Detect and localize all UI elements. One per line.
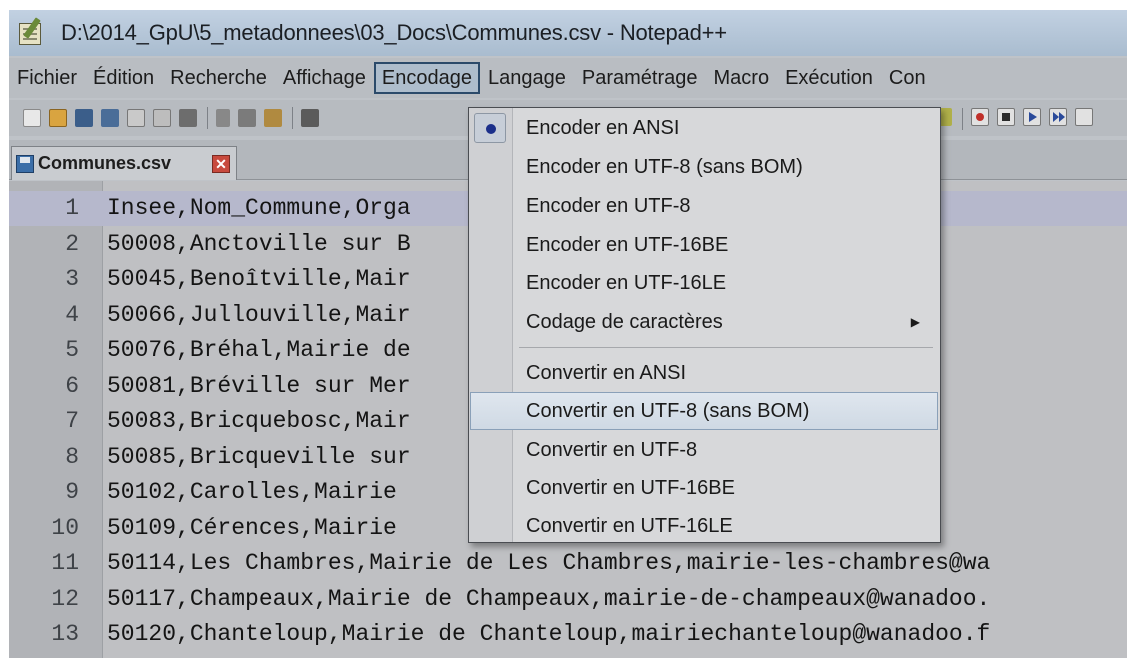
window-title: D:\2014_GpU\5_metadonnees\03_Docs\Commun… (61, 20, 727, 45)
line-number: 1 (65, 195, 79, 221)
menu-item-convertir-utf8[interactable]: Convertir en UTF-8 (470, 431, 938, 469)
line-number: 9 (65, 479, 79, 505)
submenu-arrow-icon: ▶ (910, 315, 920, 329)
line-number: 13 (51, 621, 79, 647)
menu-affichage[interactable]: Affichage (275, 62, 374, 94)
menu-edition[interactable]: Édition (85, 62, 162, 94)
menu-item-convertir-utf16be[interactable]: Convertir en UTF-16BE (470, 469, 938, 507)
line-text: 50114,Les Chambres,Mairie de Les Chambre… (107, 550, 991, 576)
code-line[interactable]: 13 50120,Chanteloup,Mairie de Chanteloup,… (9, 617, 1127, 652)
menu-macro[interactable]: Macro (706, 62, 778, 94)
line-number: 12 (51, 585, 79, 612)
line-text: 50117,Champeaux,Mairie de Champeaux,mair… (107, 585, 991, 612)
menu-compléments[interactable]: Con (881, 62, 934, 94)
record-macro-icon[interactable] (971, 108, 989, 126)
toolbar-separator (207, 107, 208, 129)
menu-encodage[interactable]: Encodage (373, 62, 480, 94)
code-line[interactable]: 11 50114,Les Chambres,Mairie de Les Chamb… (9, 546, 1127, 581)
checked-indicator (474, 113, 506, 143)
menu-item-codage-caracteres[interactable]: Codage de caractères ▶ (470, 303, 938, 341)
code-line[interactable]: 12 50117,Champeaux,Mairie de Champeaux,ma… (9, 582, 1127, 617)
copy-icon[interactable] (238, 109, 256, 127)
line-text: Insee,Nom_Commune,Orga (107, 195, 411, 221)
close-file-icon[interactable] (127, 109, 145, 127)
run-macro-multiple-icon[interactable] (1049, 108, 1067, 126)
paste-icon[interactable] (264, 109, 282, 127)
menu-item-encoder-ansi[interactable]: Encoder en ANSI (470, 109, 938, 147)
save-icon[interactable] (75, 109, 93, 127)
menu-item-label: Convertir en UTF-16LE (526, 515, 733, 537)
menu-item-label: Encoder en UTF-16LE (526, 272, 727, 294)
notepad-plus-plus-icon (17, 17, 45, 47)
menu-item-label: Encoder en UTF-8 (sans BOM) (526, 156, 803, 178)
menu-item-label: Convertir en ANSI (526, 362, 687, 384)
print-icon[interactable] (179, 109, 197, 127)
toolbar-separator (292, 107, 293, 129)
radio-dot-icon (486, 124, 496, 134)
macro-toolbar-group (934, 108, 1101, 130)
title-bar: D:\2014_GpU\5_metadonnees\03_Docs\Commun… (9, 10, 1127, 56)
toolbar-separator (962, 108, 963, 130)
notepadpp-window: D:\2014_GpU\5_metadonnees\03_Docs\Commun… (9, 10, 1127, 658)
menu-bar: Fichier Édition Recherche Affichage Enco… (9, 58, 1127, 98)
menu-langage[interactable]: Langage (480, 62, 574, 94)
line-number: 6 (65, 372, 79, 399)
menu-item-encoder-utf16le[interactable]: Encoder en UTF-16LE (470, 264, 938, 302)
menu-item-label: Encoder en UTF-16BE (526, 234, 729, 256)
menu-item-encoder-utf8-sans-bom[interactable]: Encoder en UTF-8 (sans BOM) (470, 148, 938, 186)
line-number: 5 (65, 337, 79, 363)
menu-parametrage[interactable]: Paramétrage (574, 62, 706, 94)
line-number: 10 (51, 514, 79, 541)
line-number: 11 (51, 550, 79, 576)
menu-execution[interactable]: Exécution (777, 62, 881, 94)
save-icon (16, 154, 34, 173)
tab-label: Communes.csv (38, 153, 172, 173)
menu-item-label: Encoder en UTF-8 (526, 195, 691, 217)
menu-item-convertir-utf8-sans-bom[interactable]: Convertir en UTF-8 (sans BOM) (470, 392, 938, 430)
save-all-icon[interactable] (101, 109, 119, 127)
menu-recherche[interactable]: Recherche (162, 62, 275, 94)
menu-item-label: Convertir en UTF-8 (526, 439, 698, 461)
line-number: 7 (65, 408, 79, 434)
menu-item-encoder-utf16be[interactable]: Encoder en UTF-16BE (470, 226, 938, 264)
undo-icon[interactable] (301, 109, 319, 127)
menu-fichier[interactable]: Fichier (9, 62, 85, 94)
line-number: 4 (65, 301, 79, 328)
save-macro-icon[interactable] (1075, 108, 1093, 126)
menu-item-label: Convertir en UTF-16BE (526, 477, 735, 499)
line-text: 50076,Bréhal,Mairie de (107, 337, 411, 363)
open-file-icon[interactable] (49, 109, 67, 127)
new-file-icon[interactable] (23, 109, 41, 127)
close-icon[interactable]: ✕ (212, 154, 230, 173)
menu-item-encoder-utf8[interactable]: Encoder en UTF-8 (470, 187, 938, 225)
cut-icon[interactable] (216, 109, 230, 127)
tab-communes-csv[interactable]: Communes.csv ✕ (11, 146, 237, 180)
play-macro-icon[interactable] (1023, 108, 1041, 126)
close-all-icon[interactable] (153, 109, 171, 127)
line-number: 8 (65, 443, 79, 470)
menu-item-convertir-utf16le[interactable]: Convertir en UTF-16LE (470, 507, 938, 545)
menu-item-convertir-ansi[interactable]: Convertir en ANSI (470, 354, 938, 392)
menu-item-label: Codage de caractères (526, 311, 723, 333)
line-text: 50120,Chanteloup,Mairie de Chanteloup,ma… (107, 621, 991, 647)
menu-separator (519, 347, 933, 348)
menu-item-label: Convertir en UTF-8 (sans BOM) (526, 400, 810, 422)
line-number: 2 (65, 230, 79, 257)
stop-macro-icon[interactable] (997, 108, 1015, 126)
encodage-dropdown-menu: Encoder en ANSI Encoder en UTF-8 (sans B… (468, 107, 941, 543)
menu-item-label: Encoder en ANSI (526, 117, 680, 139)
line-number: 3 (65, 266, 79, 292)
